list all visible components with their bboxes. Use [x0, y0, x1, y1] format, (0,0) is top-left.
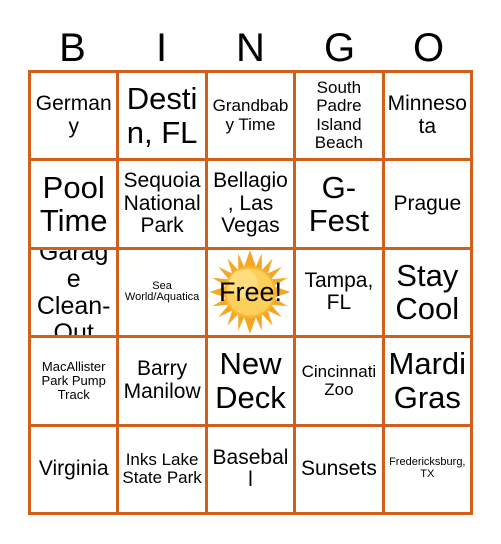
bingo-cell-label: Sequoia National Park [123, 169, 201, 238]
bingo-cell-label: MacAllister Park Pump Track [41, 358, 106, 402]
bingo-cell-label: Garage Clean-Out [36, 249, 111, 339]
bingo-cell-label: Grandbaby Time [212, 96, 289, 134]
bingo-cell-b2[interactable]: Pool Time [31, 161, 120, 250]
bingo-header-row: B I N G O [28, 16, 473, 70]
bingo-cell-b5[interactable]: Virginia [31, 426, 120, 515]
bingo-cell-n2[interactable]: Bellagio, Las Vegas [207, 161, 297, 250]
bingo-cell-label: Bellagio, Las Vegas [213, 169, 288, 238]
bingo-cell-g4[interactable]: Cincinnati Zoo [296, 338, 385, 427]
bingo-cell-i4[interactable]: Barry Manilow [119, 338, 208, 427]
free-space-art: Free! [208, 250, 293, 335]
bingo-cell-label: Tampa, FL [304, 268, 374, 315]
bingo-cell-i1[interactable]: Destin, FL [119, 73, 208, 162]
bingo-cell-o1[interactable]: Minnesota [384, 73, 473, 162]
bingo-card: B I N G O Germany Destin, FL Grandbaby T… [0, 0, 501, 544]
bingo-cell-o4[interactable]: Mardi Gras [384, 338, 473, 427]
header-letter-i: I [155, 26, 168, 70]
bingo-cell-label: Mardi Gras [388, 346, 467, 415]
free-space-label: Free! [218, 276, 282, 307]
bingo-cell-b3[interactable]: Garage Clean-Out [31, 249, 120, 339]
bingo-cell-label: South Padre Island Beach [314, 77, 363, 153]
bingo-cell-b1[interactable]: Germany [31, 73, 120, 162]
bingo-cell-label: Pool Time [39, 169, 108, 239]
bingo-cell-n1[interactable]: Grandbaby Time [207, 73, 297, 162]
bingo-cell-label: Destin, FL [126, 81, 198, 150]
bingo-cell-label: Cincinnati Zoo [301, 361, 377, 399]
bingo-cell-label: Barry Manilow [123, 357, 201, 403]
bingo-cell-g1[interactable]: South Padre Island Beach [296, 73, 385, 162]
bingo-cell-label: Sea World/Aquatica [124, 279, 200, 304]
bingo-cell-label: Baseball [212, 445, 289, 492]
bingo-cell-g3[interactable]: Tampa, FL [296, 249, 385, 339]
bingo-cell-n5[interactable]: Baseball [207, 426, 297, 515]
bingo-cell-free-space[interactable]: Free! [207, 249, 297, 339]
header-letter-n: N [236, 26, 265, 70]
bingo-cell-i2[interactable]: Sequoia National Park [119, 161, 208, 250]
bingo-cell-o3[interactable]: Stay Cool [384, 249, 473, 339]
bingo-grid: Germany Destin, FL Grandbaby Time South … [28, 70, 473, 515]
bingo-cell-label: Inks Lake State Park [122, 449, 202, 488]
bingo-cell-o5[interactable]: Fredericksburg, TX [384, 426, 473, 515]
bingo-cell-o2[interactable]: Prague [384, 161, 473, 250]
bingo-cell-label: Prague [393, 191, 462, 215]
bingo-cell-label: Fredericksburg, TX [389, 456, 466, 481]
bingo-cell-label: Minnesota [387, 92, 467, 138]
bingo-cell-g5[interactable]: Sunsets [296, 426, 385, 515]
bingo-cell-label: Virginia [38, 456, 109, 480]
bingo-cell-b4[interactable]: MacAllister Park Pump Track [31, 338, 120, 427]
bingo-cell-label: Germany [35, 92, 112, 138]
bingo-cell-label: Sunsets [300, 456, 377, 480]
header-letter-o: O [412, 26, 445, 70]
header-letter-b: B [59, 26, 86, 70]
bingo-cell-label: G-Fest [308, 169, 370, 239]
bingo-cell-label: Stay Cool [395, 258, 460, 327]
bingo-cell-i5[interactable]: Inks Lake State Park [119, 426, 208, 515]
bingo-cell-g2[interactable]: G-Fest [296, 161, 385, 250]
bingo-cell-i3[interactable]: Sea World/Aquatica [119, 249, 208, 339]
header-letter-g: G [323, 26, 356, 70]
bingo-cell-n4[interactable]: New Deck [207, 338, 297, 427]
bingo-cell-label: New Deck [215, 346, 286, 415]
